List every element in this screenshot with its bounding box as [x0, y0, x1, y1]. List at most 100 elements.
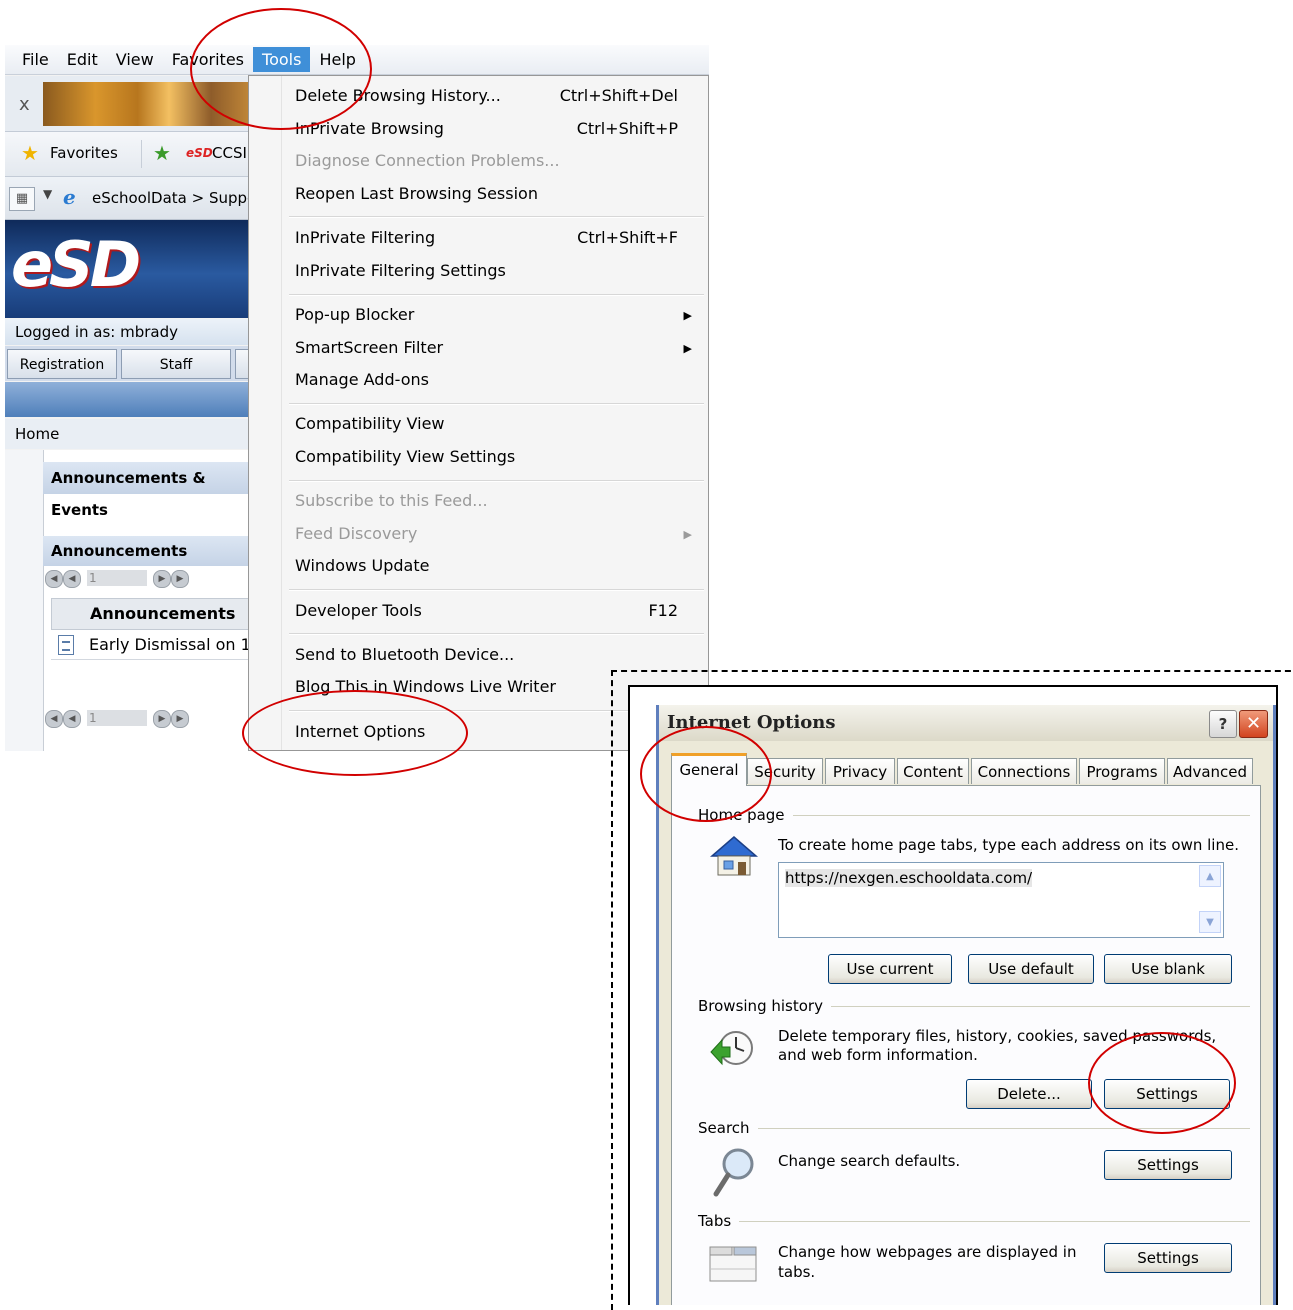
- table-header: Announcements: [51, 598, 255, 630]
- tools-dropdown-menu: Delete Browsing History... Ctrl+Shift+De…: [248, 75, 709, 751]
- tabs-icon: [709, 1246, 757, 1282]
- page-number[interactable]: 1: [87, 570, 147, 586]
- group-divider: [698, 1221, 1250, 1222]
- divider: [141, 140, 142, 168]
- favorites-button[interactable]: Favorites: [50, 144, 118, 162]
- menu-item-inprivate-filtering[interactable]: InPrivate Filtering: [295, 228, 435, 247]
- tab-connections[interactable]: Connections: [971, 758, 1077, 784]
- search-group-label: Search: [698, 1119, 758, 1137]
- menu-item-compatibility-view-settings[interactable]: Compatibility View Settings: [295, 447, 515, 466]
- nav-tab-registration[interactable]: Registration: [7, 349, 117, 379]
- menu-item-windows-update[interactable]: Windows Update: [295, 556, 429, 575]
- fav-link-brand[interactable]: eSD: [186, 146, 213, 160]
- menu-item-diagnose-connection: Diagnose Connection Problems...: [295, 151, 560, 170]
- use-default-button[interactable]: Use default: [968, 954, 1094, 984]
- annotation-ring-internet-options: [242, 690, 468, 776]
- menu-item-send-bluetooth[interactable]: Send to Bluetooth Device...: [295, 645, 514, 664]
- first-page-icon[interactable]: ◀: [45, 710, 63, 728]
- menu-view[interactable]: View: [107, 47, 163, 72]
- fav-link-ccsi[interactable]: CCSI: [212, 144, 247, 162]
- menu-separator: [289, 633, 704, 635]
- close-icon[interactable]: x: [19, 94, 30, 115]
- tabs-group-label: Tabs: [698, 1212, 740, 1230]
- section-header-events: Announcements & Events: [43, 462, 255, 519]
- menu-item-subscribe-feed: Subscribe to this Feed...: [295, 491, 488, 510]
- close-button[interactable]: ✕: [1239, 710, 1268, 738]
- tabs-settings-button[interactable]: Settings: [1104, 1243, 1232, 1273]
- tab-content[interactable]: Content: [897, 758, 969, 784]
- site-nav: Registration Staff: [5, 346, 265, 381]
- table-row[interactable]: Early Dismissal on 1(: [51, 631, 257, 660]
- column-header: Announcements: [90, 604, 236, 623]
- logged-in-text: Logged in as: mbrady: [15, 323, 178, 341]
- scrollbar[interactable]: ▲ ▼: [1199, 865, 1221, 935]
- last-page-icon[interactable]: ▶: [171, 710, 189, 728]
- menu-separator: [289, 403, 704, 405]
- dialog-titlebar: Internet Options ? ✕: [659, 705, 1273, 741]
- menu-item-developer-tools[interactable]: Developer Tools: [295, 601, 422, 620]
- menu-separator: [289, 589, 704, 591]
- search-description: Change search defaults.: [778, 1152, 961, 1170]
- use-blank-button[interactable]: Use blank: [1104, 954, 1232, 984]
- shortcut-inprivate: Ctrl+Shift+P: [576, 119, 678, 138]
- section-header-announcements: Announcements: [43, 536, 255, 566]
- use-current-button[interactable]: Use current: [828, 954, 952, 984]
- document-icon: [58, 635, 74, 655]
- submenu-arrow-icon: ▶: [683, 528, 692, 541]
- help-button[interactable]: ?: [1209, 710, 1237, 738]
- page-number[interactable]: 1: [87, 710, 147, 726]
- add-favorite-icon[interactable]: ★: [153, 141, 171, 165]
- browsing-history-group-label: Browsing history: [698, 997, 831, 1015]
- menu-item-reopen-session[interactable]: Reopen Last Browsing Session: [295, 184, 538, 203]
- prev-page-icon[interactable]: ◀: [63, 710, 81, 728]
- menu-item-manage-addons[interactable]: Manage Add-ons: [295, 370, 429, 389]
- submenu-arrow-icon: ▶: [683, 342, 692, 355]
- site-banner: eSD: [5, 220, 255, 318]
- menu-item-compatibility-view[interactable]: Compatibility View: [295, 414, 445, 433]
- home-page-textarea[interactable]: https://nexgen.eschooldata.com/ ▲ ▼: [778, 862, 1224, 938]
- menu-item-feed-discovery: Feed Discovery: [295, 524, 418, 543]
- menu-separator: [289, 480, 704, 482]
- nav-band: [5, 382, 255, 417]
- login-status: Logged in as: mbrady: [5, 319, 255, 345]
- tab-privacy[interactable]: Privacy: [825, 758, 895, 784]
- scroll-down-icon[interactable]: ▼: [1199, 911, 1221, 933]
- annotation-ring-tools: [190, 8, 372, 130]
- pager-top: ◀ ◀ 1 ▶ ▶: [43, 567, 255, 589]
- prev-page-icon[interactable]: ◀: [63, 570, 81, 588]
- menu-item-popup-blocker[interactable]: Pop-up Blocker: [295, 305, 414, 324]
- next-page-icon[interactable]: ▶: [153, 710, 171, 728]
- history-description-line2: and web form information.: [778, 1046, 978, 1064]
- quick-tabs-icon[interactable]: ▦: [9, 187, 35, 211]
- breadcrumb-home[interactable]: Home: [15, 425, 59, 443]
- announcement-title[interactable]: Early Dismissal on 1(: [89, 635, 257, 654]
- page-content: Announcements & Events Announcements ◀ ◀…: [5, 450, 257, 751]
- delete-history-button[interactable]: Delete...: [966, 1079, 1092, 1109]
- search-settings-button[interactable]: Settings: [1104, 1150, 1232, 1180]
- submenu-arrow-icon: ▶: [683, 309, 692, 322]
- tabs-description-line1: Change how webpages are displayed in: [778, 1243, 1077, 1261]
- menu-item-inprivate-filtering-settings[interactable]: InPrivate Filtering Settings: [295, 261, 506, 280]
- last-page-icon[interactable]: ▶: [171, 570, 189, 588]
- star-icon[interactable]: ★: [21, 141, 39, 165]
- nav-tab-staff[interactable]: Staff: [121, 349, 231, 379]
- menu-file[interactable]: File: [13, 47, 58, 72]
- tab-advanced[interactable]: Advanced: [1167, 758, 1253, 784]
- menu-edit[interactable]: Edit: [58, 47, 107, 72]
- scroll-up-icon[interactable]: ▲: [1199, 865, 1221, 887]
- home-page-url[interactable]: https://nexgen.eschooldata.com/: [785, 869, 1033, 887]
- menu-item-smartscreen-filter[interactable]: SmartScreen Filter: [295, 338, 443, 357]
- pager-bottom: ◀ ◀ 1 ▶ ▶: [43, 707, 255, 729]
- menu-separator: [289, 216, 704, 218]
- first-page-icon[interactable]: ◀: [45, 570, 63, 588]
- tab-general[interactable]: General: [671, 753, 747, 786]
- left-gutter: [5, 450, 44, 751]
- magnifier-icon: [713, 1148, 754, 1197]
- shortcut-delete-history: Ctrl+Shift+Del: [559, 86, 678, 105]
- tab-programs[interactable]: Programs: [1079, 758, 1165, 784]
- house-icon: [709, 836, 759, 876]
- chevron-down-icon[interactable]: ▼: [43, 187, 52, 201]
- shortcut-inprivate-filtering: Ctrl+Shift+F: [577, 228, 678, 247]
- tab-title[interactable]: eSchoolData > Suppor: [92, 189, 262, 207]
- next-page-icon[interactable]: ▶: [153, 570, 171, 588]
